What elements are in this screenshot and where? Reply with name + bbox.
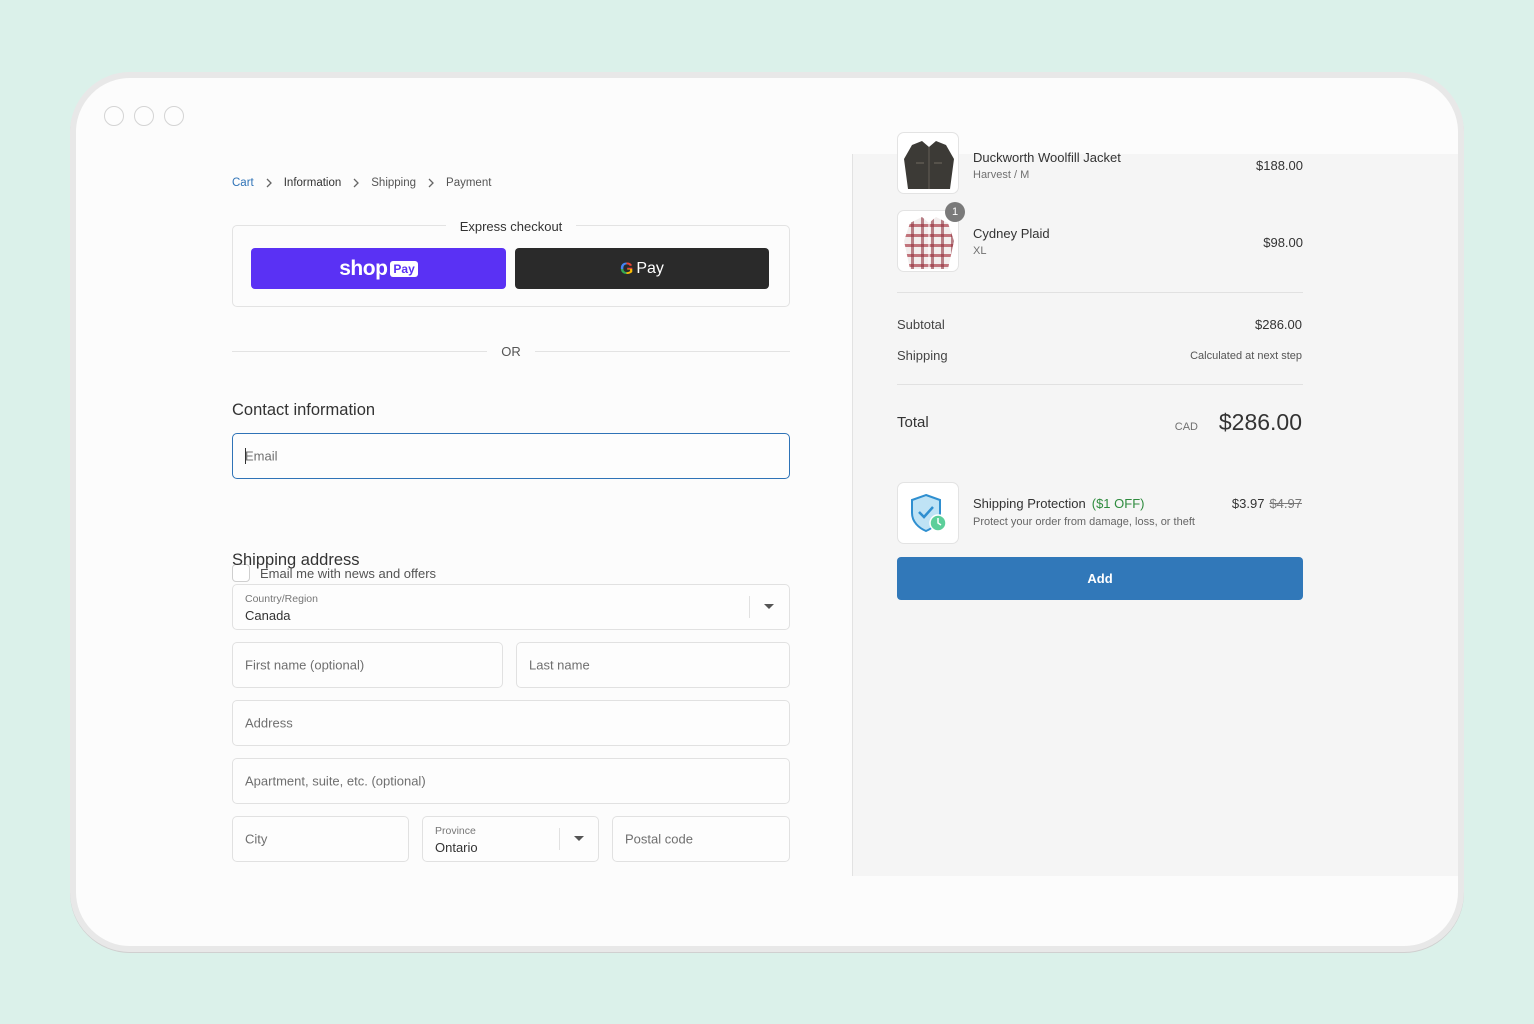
quantity-badge: 1 bbox=[945, 202, 965, 222]
select-separator bbox=[749, 596, 750, 618]
item-price: $188.00 bbox=[1256, 158, 1303, 173]
email-placeholder: Email bbox=[245, 448, 278, 464]
total-value: $286.00 bbox=[1218, 409, 1302, 435]
browser-window: Cart Information Shipping Payment Expres… bbox=[70, 72, 1464, 952]
breadcrumb-payment: Payment bbox=[446, 177, 492, 189]
google-g-icon: G bbox=[620, 258, 634, 278]
province-label: Province bbox=[435, 825, 476, 837]
total-currency: CAD bbox=[1174, 421, 1198, 433]
address-placeholder: Address bbox=[245, 715, 293, 731]
address-input[interactable]: Address bbox=[232, 700, 790, 746]
country-select[interactable]: Country/Region Canada bbox=[232, 584, 790, 630]
subtotal-value: $286.00 bbox=[1255, 317, 1302, 332]
apartment-placeholder: Apartment, suite, etc. (optional) bbox=[245, 773, 426, 789]
subtotal-label: Subtotal bbox=[897, 317, 945, 332]
shipping-value: Calculated at next step bbox=[1190, 350, 1302, 362]
shipping-label: Shipping bbox=[897, 348, 948, 363]
chevron-right-icon bbox=[260, 176, 278, 190]
city-input[interactable]: City bbox=[232, 816, 409, 862]
last-name-input[interactable]: Last name bbox=[516, 642, 790, 688]
shipping-protection-description: Protect your order from damage, loss, or… bbox=[973, 516, 1195, 528]
contact-title: Contact information bbox=[232, 401, 376, 419]
cart-item: Duckworth Woolfill Jacket Harvest / M $1… bbox=[897, 132, 1303, 194]
window-close-dot[interactable] bbox=[104, 106, 124, 126]
province-select[interactable]: Province Ontario bbox=[422, 816, 599, 862]
shop-pay-logo-word: shop bbox=[339, 256, 388, 280]
google-pay-button[interactable]: G Pay bbox=[515, 248, 769, 289]
first-name-input[interactable]: First name (optional) bbox=[232, 642, 503, 688]
total-label: Total bbox=[897, 414, 929, 431]
protection-discount: ($1 OFF) bbox=[1091, 496, 1145, 511]
shipping-address-title: Shipping address bbox=[232, 551, 360, 569]
breadcrumb-shipping: Shipping bbox=[371, 177, 417, 189]
item-variant: Harvest / M bbox=[973, 169, 1030, 181]
last-name-placeholder: Last name bbox=[529, 657, 590, 673]
protection-price: $3.97 bbox=[1231, 496, 1265, 511]
shipping-protection-price: $3.97 $4.97 bbox=[1232, 496, 1302, 511]
chevron-right-icon bbox=[347, 176, 365, 190]
jacket-thumbnail bbox=[897, 132, 959, 194]
express-checkout-label: Express checkout bbox=[232, 219, 790, 234]
or-label-text: OR bbox=[487, 344, 535, 359]
chevron-down-icon bbox=[574, 836, 584, 841]
apartment-input[interactable]: Apartment, suite, etc. (optional) bbox=[232, 758, 790, 804]
city-placeholder: City bbox=[245, 831, 268, 847]
province-value: Ontario bbox=[435, 840, 478, 855]
breadcrumb: Cart Information Shipping Payment bbox=[232, 176, 491, 190]
item-price: $98.00 bbox=[1263, 235, 1303, 250]
google-pay-word: Pay bbox=[636, 259, 664, 277]
protection-title-text: Shipping Protection bbox=[973, 496, 1086, 511]
breadcrumb-cart[interactable]: Cart bbox=[232, 177, 254, 189]
country-label: Country/Region bbox=[245, 593, 318, 605]
window-controls bbox=[104, 106, 184, 126]
select-separator bbox=[559, 828, 560, 850]
window-maximize-dot[interactable] bbox=[164, 106, 184, 126]
summary-divider bbox=[897, 384, 1303, 385]
shop-pay-logo-box: Pay bbox=[390, 260, 418, 277]
shipping-protection-icon bbox=[897, 482, 959, 544]
country-value: Canada bbox=[245, 608, 291, 623]
item-variant: XL bbox=[973, 245, 987, 257]
chevron-down-icon bbox=[764, 604, 774, 609]
item-name: Duckworth Woolfill Jacket bbox=[973, 150, 1121, 165]
first-name-placeholder: First name (optional) bbox=[245, 657, 365, 673]
item-name: Cydney Plaid bbox=[973, 226, 1050, 241]
email-input[interactable]: Email bbox=[232, 433, 790, 479]
postal-code-input[interactable]: Postal code bbox=[612, 816, 790, 862]
cart-item: 1 Cydney Plaid XL $98.00 bbox=[897, 202, 1303, 272]
window-minimize-dot[interactable] bbox=[134, 106, 154, 126]
add-protection-button[interactable]: Add bbox=[897, 557, 1303, 600]
or-label: OR bbox=[232, 344, 790, 359]
shipping-protection-title: Shipping Protection ($1 OFF) bbox=[973, 496, 1144, 511]
summary-divider bbox=[897, 292, 1303, 293]
postal-code-placeholder: Postal code bbox=[625, 831, 693, 847]
chevron-right-icon bbox=[422, 176, 440, 190]
protection-old-price: $4.97 bbox=[1269, 496, 1302, 511]
breadcrumb-information: Information bbox=[283, 177, 342, 189]
order-summary: Duckworth Woolfill Jacket Harvest / M $1… bbox=[852, 132, 1458, 876]
express-checkout-label-text: Express checkout bbox=[445, 219, 577, 234]
shop-pay-button[interactable]: shop Pay bbox=[251, 248, 506, 289]
